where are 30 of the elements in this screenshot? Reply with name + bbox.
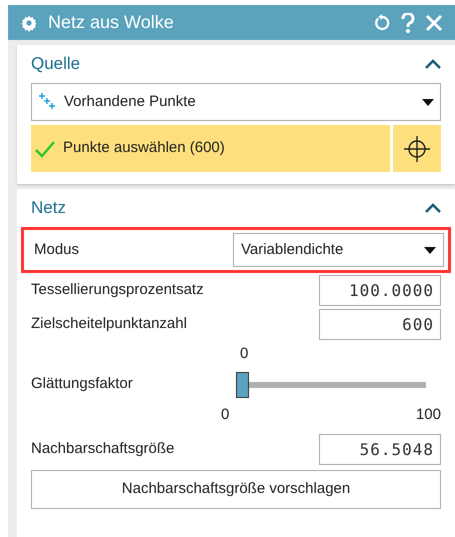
field-label: Nachbarschaftsgröße [31,438,174,459]
points-dropdown[interactable]: Vorhandene Punkte [31,83,441,121]
slider-thumb[interactable] [236,372,249,398]
section-title: Quelle [31,53,80,76]
help-icon[interactable] [401,12,415,32]
dropdown-caret-icon [422,98,434,106]
chevron-up-icon[interactable] [425,203,441,213]
select-points-button[interactable]: Punkte auswählen (600) [31,125,390,172]
slider-max-label: 100 [416,404,441,424]
section-title: Netz [31,197,66,220]
close-icon[interactable] [425,14,443,32]
gear-icon[interactable] [20,14,38,32]
field-label: Modus [34,240,80,260]
field-label: Glättungsfaktor [31,374,134,394]
number-field[interactable]: 100.0000 [319,274,441,306]
mode-dropdown[interactable]: Variablendichte [233,233,444,267]
dropdown-caret-icon [424,246,436,254]
field-label: Tessellierungsprozentsatz [31,280,204,300]
number-field[interactable]: 56.5048 [319,434,441,464]
number-field[interactable]: 600 [319,308,441,340]
suggest-size-button[interactable]: Nachbarschaftsgröße vorschlagen [31,470,441,509]
slider-min-label: 0 [221,404,230,424]
reset-icon[interactable] [373,14,391,32]
slider-value: 0 [240,344,248,364]
chevron-up-icon[interactable] [425,59,441,69]
window-title: Netz aus Wolke [48,11,175,34]
points-icon [38,92,58,112]
crosshair-button[interactable] [393,125,441,172]
crosshair-icon [403,134,431,162]
field-label: Zielscheitelpunktanzahl [31,314,187,334]
